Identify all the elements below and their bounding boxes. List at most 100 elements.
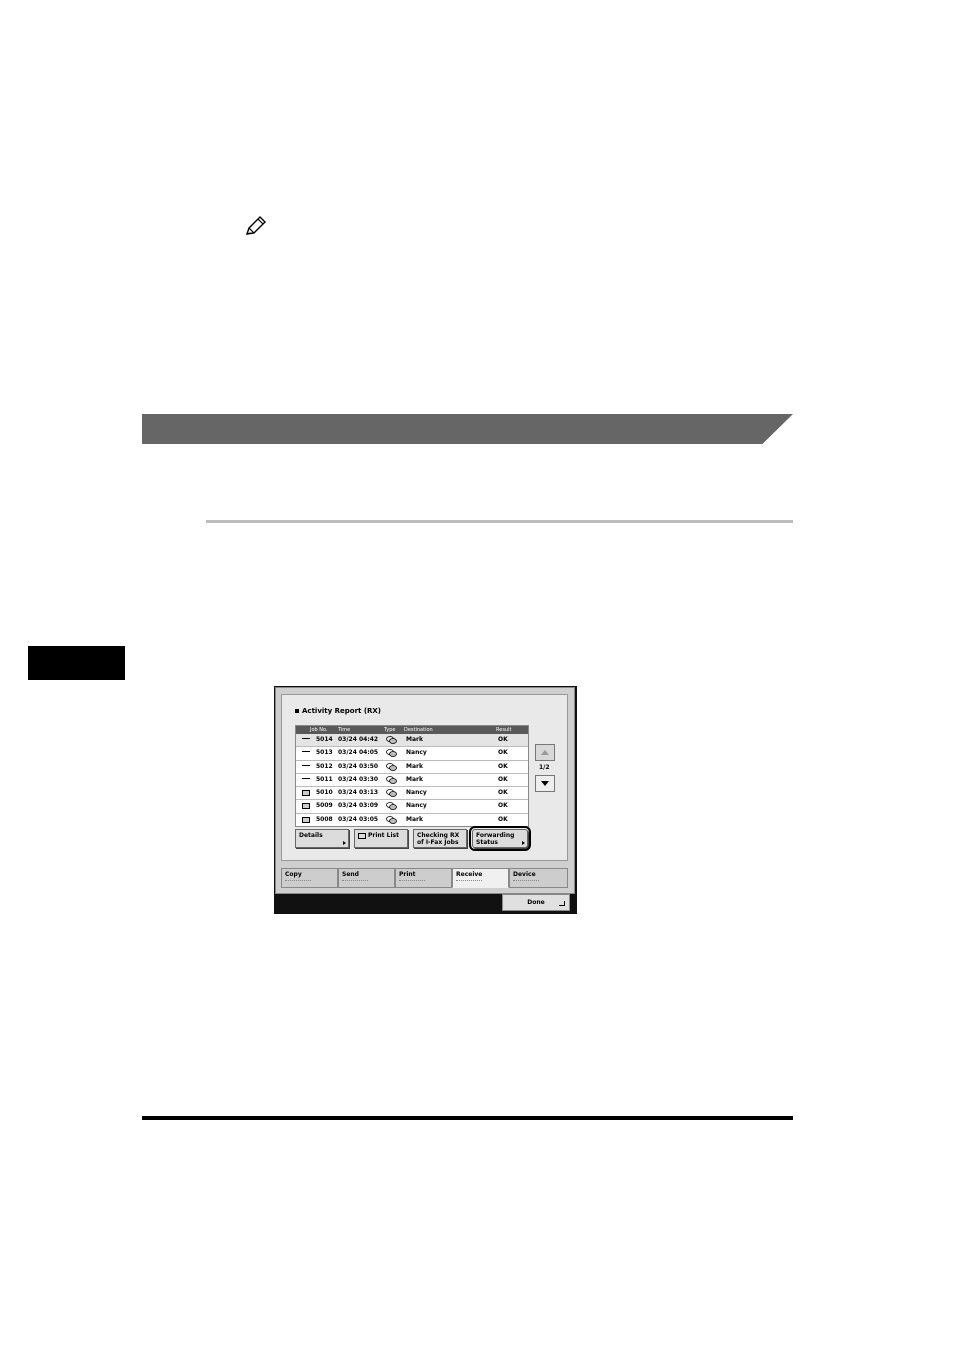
col-time: Time — [338, 727, 351, 733]
arrow-right-icon — [343, 841, 346, 845]
job-no: 5013 — [316, 749, 333, 757]
scroll-up-button[interactable] — [535, 744, 555, 761]
table-row[interactable]: 5009 03/24 03:09 Nancy OK — [296, 799, 528, 812]
job-no: 5012 — [316, 762, 333, 770]
done-button[interactable]: Done — [502, 894, 570, 911]
checking-rx-button[interactable]: Checking RX of I-Fax Jobs — [413, 829, 467, 848]
line-icon — [302, 764, 310, 769]
line-icon — [302, 751, 310, 755]
status-leds — [285, 880, 311, 884]
page-indicator: 1/2 — [539, 764, 550, 771]
destination: Mark — [406, 815, 423, 823]
table-row[interactable]: 5014 03/24 04:42 Mark OK — [296, 734, 528, 747]
document-icon — [302, 816, 310, 823]
ifax-icon — [386, 789, 397, 798]
table-row[interactable]: 5011 03/24 03:30 Mark OK — [296, 772, 528, 786]
col-type: Type — [384, 727, 396, 733]
enter-icon — [559, 901, 565, 906]
time: 03/24 03:30 — [338, 775, 379, 783]
destination: Mark — [406, 762, 423, 770]
status-leds — [342, 880, 368, 884]
time: 03/24 03:09 — [338, 802, 379, 810]
tab-send-label: Send — [342, 871, 359, 878]
arrow-down-icon — [541, 781, 549, 786]
tab-copy-label: Copy — [285, 871, 302, 878]
document-icon — [302, 803, 310, 810]
job-no: 5011 — [316, 775, 333, 783]
line-icon — [302, 777, 310, 782]
details-label: Details — [299, 832, 323, 839]
document-icon — [302, 790, 310, 797]
checking-rx-label-2: of I-Fax Jobs — [417, 839, 459, 846]
arrow-up-icon — [541, 750, 549, 755]
table-row[interactable]: 5013 03/24 04:05 Nancy OK — [296, 746, 528, 759]
destination: Nancy — [406, 802, 427, 810]
table-row[interactable]: 5010 03/24 03:13 Nancy OK — [296, 786, 528, 799]
time: 03/24 04:42 — [338, 736, 379, 743]
job-no: 5014 — [316, 736, 333, 743]
ifax-icon — [386, 775, 397, 784]
result: OK — [498, 802, 508, 810]
subsection-rule — [206, 520, 793, 523]
printer-icon — [358, 832, 366, 839]
tab-receive-label: Receive — [456, 871, 483, 878]
ifax-icon — [386, 749, 397, 758]
col-destination: Destination — [404, 727, 433, 733]
tab-receive[interactable]: Receive — [452, 868, 509, 888]
arrow-right-icon — [522, 841, 525, 845]
status-leds — [513, 880, 539, 884]
activity-report-panel: Activity Report (RX) Job No. Time Type D… — [281, 694, 568, 861]
table-header: Job No. Time Type Destination Result — [296, 726, 528, 734]
tab-device-label: Device — [513, 871, 536, 878]
destination: Nancy — [406, 749, 427, 757]
tab-print-label: Print — [399, 871, 416, 878]
ifax-icon — [386, 736, 397, 744]
checking-rx-label-1: Checking RX — [417, 832, 460, 839]
tab-send[interactable]: Send — [338, 868, 395, 888]
table-row[interactable]: 5008 03/24 03:05 Mark OK — [296, 812, 528, 826]
print-list-button[interactable]: Print List — [354, 829, 408, 848]
job-no: 5008 — [316, 815, 333, 823]
pencil-icon — [245, 216, 266, 235]
destination: Mark — [406, 736, 423, 743]
activity-table: Job No. Time Type Destination Result 501… — [295, 725, 529, 828]
result: OK — [498, 775, 508, 783]
col-job-no: Job No. — [310, 727, 328, 733]
time: 03/24 04:05 — [338, 749, 379, 757]
result: OK — [498, 736, 508, 743]
result: OK — [498, 815, 508, 823]
forwarding-label-2: Status — [476, 839, 498, 846]
scroll-down-button[interactable] — [535, 775, 555, 792]
ifax-icon — [386, 762, 397, 771]
tab-print[interactable]: Print — [395, 868, 452, 888]
time: 03/24 03:50 — [338, 762, 379, 770]
screen-area: Activity Report (RX) Job No. Time Type D… — [275, 687, 575, 894]
job-no: 5010 — [316, 789, 333, 797]
result: OK — [498, 749, 508, 757]
bottom-rule — [142, 1116, 793, 1120]
chapter-tab — [28, 646, 125, 680]
result: OK — [498, 789, 508, 797]
section-heading-bar — [142, 414, 793, 444]
panel-title-text: Activity Report (RX) — [302, 707, 381, 715]
ifax-icon — [386, 815, 397, 824]
tab-bar: Copy Send Print Receive Device — [281, 868, 568, 888]
forwarding-status-button[interactable]: Forwarding Status — [469, 826, 531, 851]
title-bullet-icon — [295, 709, 299, 713]
col-result: Result — [496, 727, 512, 733]
details-button[interactable]: Details — [295, 829, 349, 848]
table-row[interactable]: 5012 03/24 03:50 Mark OK — [296, 759, 528, 773]
line-icon — [302, 738, 310, 742]
ifax-icon — [386, 802, 397, 811]
activity-report-screenshot: Activity Report (RX) Job No. Time Type D… — [274, 686, 577, 914]
forwarding-label-1: Forwarding — [476, 832, 515, 839]
destination: Mark — [406, 775, 423, 783]
job-no: 5009 — [316, 802, 333, 810]
print-list-label: Print List — [368, 832, 399, 839]
status-leds — [456, 880, 482, 884]
destination: Nancy — [406, 789, 427, 797]
tab-copy[interactable]: Copy — [281, 868, 338, 888]
result: OK — [498, 762, 508, 770]
time: 03/24 03:05 — [338, 815, 379, 823]
tab-device[interactable]: Device — [509, 868, 568, 888]
